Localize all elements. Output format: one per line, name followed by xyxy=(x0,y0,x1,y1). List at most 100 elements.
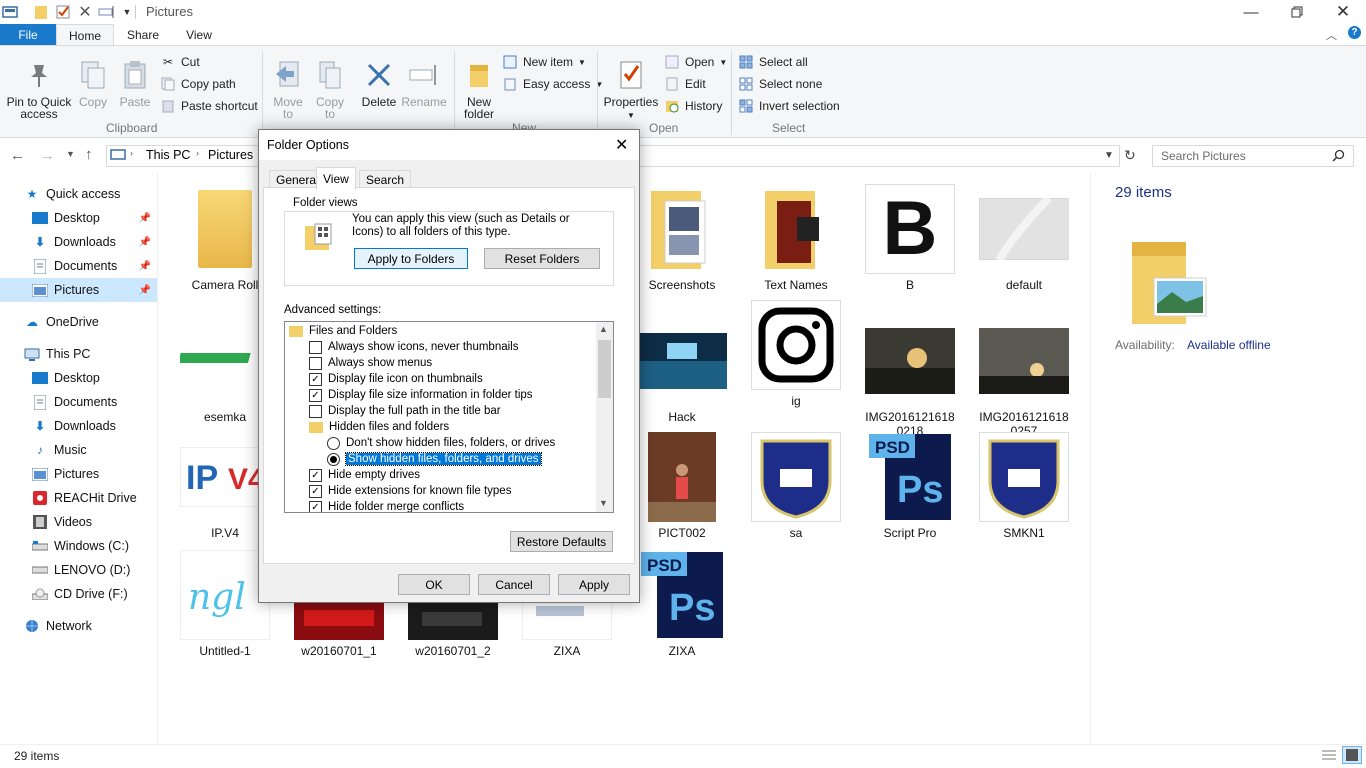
dialog-tab-view[interactable]: View xyxy=(316,167,356,190)
advanced-settings-tree[interactable]: Files and Folders Always show icons, nev… xyxy=(284,321,614,513)
setting-always-show-icons[interactable]: Always show icons, never thumbnails xyxy=(309,339,518,355)
checkbox-unchecked[interactable] xyxy=(309,340,322,354)
paste-button[interactable]: Paste xyxy=(116,58,154,108)
nav-downloads[interactable]: ⬇ Downloads xyxy=(0,414,157,438)
recent-locations-icon[interactable]: ▼ xyxy=(66,149,75,159)
up-icon[interactable]: ↑ xyxy=(85,146,93,163)
nav-desktop-pinned[interactable]: Desktop 📌 xyxy=(0,206,157,230)
nav-pictures[interactable]: Pictures xyxy=(0,462,157,486)
apply-button[interactable]: Apply xyxy=(558,574,630,595)
tab-view[interactable]: View xyxy=(176,24,222,46)
address-dropdown-icon[interactable]: ▼ xyxy=(1104,150,1114,161)
radio-unselected[interactable] xyxy=(327,436,340,450)
help-icon[interactable]: ? xyxy=(1348,26,1361,39)
breadcrumb-this-pc[interactable]: This PC xyxy=(146,148,190,162)
nav-this-pc[interactable]: This PC xyxy=(0,342,157,366)
invert-selection-button[interactable]: Invert selection xyxy=(738,96,840,116)
radio-selected[interactable] xyxy=(327,452,340,466)
select-all-button[interactable]: Select all xyxy=(738,52,840,72)
cut-button[interactable]: ✂ Cut xyxy=(160,52,258,72)
copy-button[interactable]: Copy xyxy=(76,58,110,108)
breadcrumb-pictures[interactable]: Pictures xyxy=(208,148,253,162)
chevron-right-icon[interactable]: › xyxy=(196,148,199,158)
nav-videos[interactable]: Videos xyxy=(0,510,157,534)
checkbox-checked[interactable]: ✓ xyxy=(309,388,322,402)
new-folder-quick-icon[interactable] xyxy=(33,4,49,20)
nav-onedrive[interactable]: ☁ OneDrive xyxy=(0,310,157,334)
file-tile-text-names[interactable]: Text Names xyxy=(741,184,851,292)
file-tile-zixa-psd[interactable]: PSD Ps ZIXA xyxy=(627,550,737,658)
nav-windows-c[interactable]: Windows (C:) xyxy=(0,534,157,558)
file-tile-default[interactable]: default xyxy=(969,184,1079,292)
customize-quick-access-icon[interactable]: ▼ xyxy=(119,4,135,20)
setting-display-file-icon[interactable]: ✓ Display file icon on thumbnails xyxy=(309,371,483,387)
properties-quick-icon[interactable] xyxy=(55,4,71,20)
delete-button[interactable]: Delete xyxy=(358,58,400,108)
reset-folders-button[interactable]: Reset Folders xyxy=(484,248,600,269)
setting-hide-merge-conflicts[interactable]: ✓ Hide folder merge conflicts xyxy=(309,499,464,512)
nav-quick-access[interactable]: ★ Quick access xyxy=(0,182,157,206)
scrollbar-thumb[interactable] xyxy=(598,340,611,398)
search-input[interactable]: Search Pictures xyxy=(1152,145,1354,167)
nav-documents[interactable]: Documents xyxy=(0,390,157,414)
large-icons-view-icon[interactable] xyxy=(1342,746,1362,764)
refresh-icon[interactable]: ↻ xyxy=(1124,147,1136,164)
chevron-right-icon[interactable]: › xyxy=(130,148,133,158)
file-tile-b[interactable]: BB xyxy=(855,184,965,292)
file-tile-pict002[interactable]: PICT002 xyxy=(627,432,737,540)
tab-share[interactable]: Share xyxy=(118,24,168,46)
tab-file[interactable]: File xyxy=(0,24,56,46)
file-tile-img20161216180257[interactable]: IMG20161216180257 xyxy=(969,316,1079,438)
checkbox-checked[interactable]: ✓ xyxy=(309,468,322,482)
file-tile-screenshots[interactable]: Screenshots xyxy=(627,184,737,292)
back-icon[interactable]: ← xyxy=(10,147,25,164)
ok-button[interactable]: OK xyxy=(398,574,470,595)
setting-show-hidden[interactable]: Show hidden files, folders, and drives xyxy=(327,451,542,467)
rename-button[interactable]: Rename xyxy=(401,58,447,108)
properties-button[interactable]: Properties ▼ xyxy=(603,58,659,122)
nav-reachit-drive[interactable]: REACHit Drive xyxy=(0,486,157,510)
nav-desktop[interactable]: Desktop xyxy=(0,366,157,390)
easy-access-button[interactable]: Easy access ▼ xyxy=(502,74,603,94)
checkbox-checked[interactable]: ✓ xyxy=(309,372,322,386)
setting-display-full-path[interactable]: Display the full path in the title bar xyxy=(309,403,501,419)
nav-music[interactable]: ♪ Music xyxy=(0,438,157,462)
checkbox-checked[interactable]: ✓ xyxy=(309,500,322,512)
nav-documents-pinned[interactable]: Documents 📌 xyxy=(0,254,157,278)
setting-display-file-size[interactable]: ✓ Display file size information in folder… xyxy=(309,387,533,403)
history-button[interactable]: History xyxy=(664,96,727,116)
minimize-button[interactable]: — xyxy=(1228,0,1274,24)
delete-quick-icon[interactable]: ✕ xyxy=(77,4,93,21)
nav-cd-drive-f[interactable]: CD Drive (F:) xyxy=(0,582,157,606)
edit-button[interactable]: Edit xyxy=(664,74,727,94)
setting-dont-show-hidden[interactable]: Don't show hidden files, folders, or dri… xyxy=(327,435,555,451)
nav-pictures-pinned[interactable]: Pictures 📌 xyxy=(0,278,157,302)
close-button[interactable]: ✕ xyxy=(1320,0,1366,24)
apply-to-folders-button[interactable]: Apply to Folders xyxy=(354,248,468,269)
new-item-button[interactable]: New item ▼ xyxy=(502,52,603,72)
new-folder-button[interactable]: New folder xyxy=(460,58,498,120)
select-none-button[interactable]: Select none xyxy=(738,74,840,94)
copy-to-button[interactable]: Copy to xyxy=(312,58,348,120)
file-tile-smkn1[interactable]: SMKN1 xyxy=(969,432,1079,540)
paste-shortcut-button[interactable]: Paste shortcut xyxy=(160,96,258,116)
nav-network[interactable]: Network xyxy=(0,614,157,638)
tab-home[interactable]: Home xyxy=(56,24,114,46)
file-tile-sa[interactable]: sa xyxy=(741,432,851,540)
file-tile-img20161216180218[interactable]: IMG20161216180218 xyxy=(855,316,965,438)
dialog-close-icon[interactable]: ✕ xyxy=(615,135,628,155)
checkbox-unchecked[interactable] xyxy=(309,404,322,418)
setting-hide-empty-drives[interactable]: ✓ Hide empty drives xyxy=(309,467,420,483)
collapse-ribbon-icon[interactable]: ︿ xyxy=(1326,27,1337,43)
setting-hide-extensions[interactable]: ✓ Hide extensions for known file types xyxy=(309,483,511,499)
setting-always-show-menus[interactable]: Always show menus xyxy=(309,355,432,371)
search-icon[interactable] xyxy=(1332,149,1345,165)
checkbox-unchecked[interactable] xyxy=(309,356,322,370)
rename-quick-icon[interactable] xyxy=(98,4,114,20)
restore-button[interactable] xyxy=(1274,0,1320,24)
copy-path-button[interactable]: Copy path xyxy=(160,74,258,94)
file-tile-hack[interactable]: Hack xyxy=(627,316,737,424)
cancel-button[interactable]: Cancel xyxy=(478,574,550,595)
open-button[interactable]: Open ▼ xyxy=(664,52,727,72)
scroll-up-icon[interactable]: ▲ xyxy=(599,324,608,334)
